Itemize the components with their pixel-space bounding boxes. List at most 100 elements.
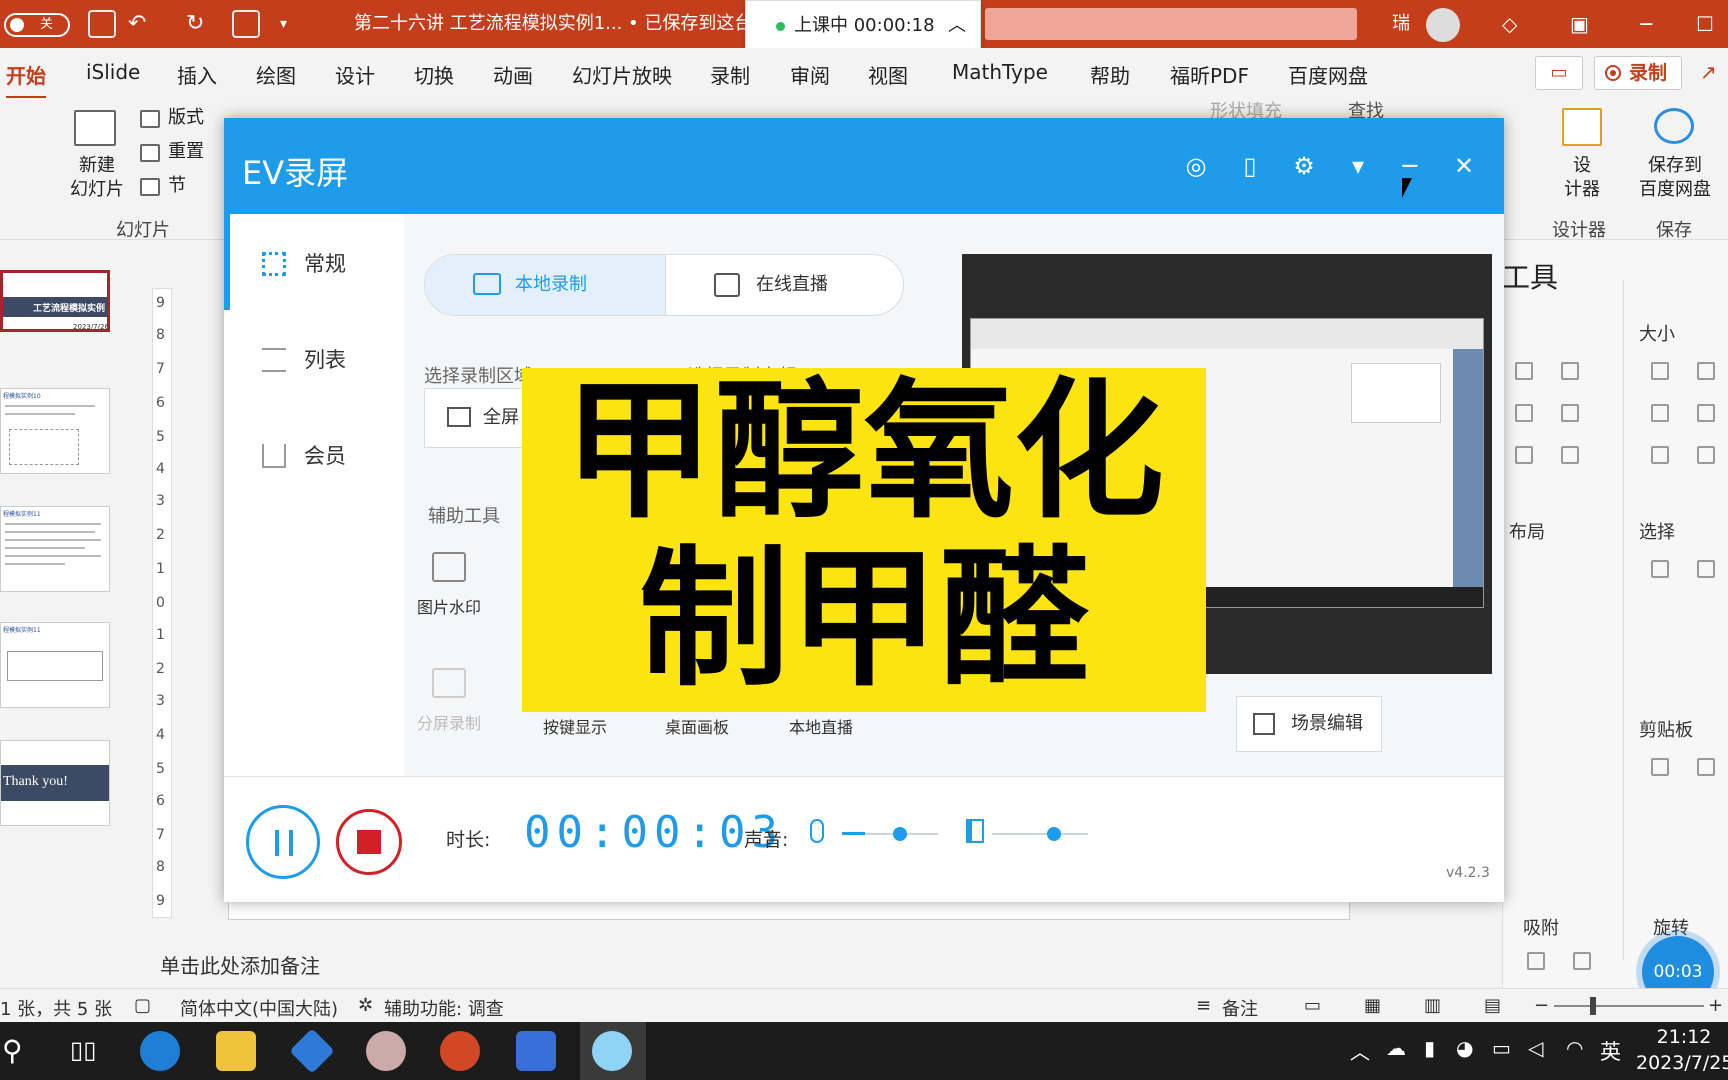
mobile-icon[interactable]: ▯ [1236, 152, 1264, 180]
edge-icon[interactable] [140, 1031, 180, 1071]
tab-help[interactable]: 帮助 [1090, 60, 1130, 89]
search-box[interactable] [985, 8, 1357, 40]
tab-slideshow[interactable]: 幻灯片放映 [572, 60, 672, 89]
zoom-slider-thumb[interactable] [1590, 997, 1596, 1015]
comment-button[interactable]: ▭ [1535, 56, 1583, 90]
window-maximize-icon[interactable]: ☐ [1696, 0, 1714, 48]
wifi-icon[interactable]: ◠ [1566, 1036, 1583, 1060]
customize-qat-icon[interactable]: ▾ [280, 0, 287, 48]
speaker-icon[interactable] [966, 819, 984, 843]
tab-animations[interactable]: 动画 [493, 60, 533, 89]
battery-icon[interactable]: ▭ [1492, 1036, 1511, 1060]
onedrive-icon[interactable]: ☁ [1386, 1036, 1406, 1060]
baidu-cloud-icon[interactable] [1654, 108, 1694, 144]
microphone-icon[interactable] [810, 819, 824, 843]
share-icon[interactable]: ↗ [1700, 60, 1717, 84]
sidebar-item-list[interactable]: 列表 [224, 310, 404, 406]
clock-time[interactable]: 21:12 [1640, 1026, 1728, 1048]
minimize-icon[interactable]: ─ [1396, 152, 1424, 180]
slide-thumb-5[interactable]: Thank you! [0, 740, 110, 826]
reset-button[interactable]: 重置 [168, 140, 204, 164]
new-slide-button[interactable]: 新建 幻灯片 [62, 154, 132, 202]
user-avatar[interactable] [1426, 8, 1460, 42]
settings-gear-icon[interactable]: ⚙ [1290, 152, 1318, 180]
close-icon[interactable]: ✕ [1450, 152, 1478, 180]
width-icon[interactable] [1651, 362, 1669, 380]
tab-transitions[interactable]: 切换 [414, 60, 454, 89]
tab-islide[interactable]: iSlide [86, 60, 140, 84]
user-app-icon[interactable] [366, 1031, 406, 1071]
snap-icon[interactable] [1573, 952, 1591, 970]
tool-split-screen[interactable]: 分屏录制 [394, 668, 504, 734]
zoom-in-icon[interactable]: + [1708, 995, 1723, 1016]
font-app-icon[interactable] [516, 1031, 556, 1071]
premium-icon[interactable]: ◇ [1502, 0, 1517, 48]
tab-record[interactable]: 录制 [710, 60, 750, 89]
volume-icon[interactable]: ◁ [1528, 1036, 1543, 1060]
snap-icon[interactable] [1527, 952, 1545, 970]
speaker-volume-knob[interactable] [1047, 827, 1062, 841]
tab-draw[interactable]: 绘图 [256, 60, 296, 89]
powerpoint-icon[interactable] [440, 1031, 480, 1071]
notes-placeholder[interactable]: 单击此处添加备注 [160, 950, 320, 979]
zoom-out-icon[interactable]: − [1534, 995, 1549, 1016]
account-icon[interactable]: ◎ [1182, 152, 1210, 180]
notes-toggle[interactable]: 备注 [1222, 995, 1258, 1021]
normal-view-icon[interactable]: ▭ [1304, 995, 1321, 1016]
tab-live-stream[interactable]: 在线直播 [665, 255, 903, 315]
accessibility-status[interactable]: 辅助功能: 调查 [384, 995, 504, 1021]
sidebar-item-general[interactable]: 常规 [224, 214, 404, 310]
tab-foxit[interactable]: 福昕PDF [1170, 60, 1249, 89]
select-icon[interactable] [1697, 560, 1715, 578]
distribute-icon[interactable] [1515, 446, 1533, 464]
tray-chevron-icon[interactable]: ︿ [1350, 1036, 1370, 1065]
tab-local-record[interactable]: 本地录制 [425, 255, 665, 315]
autosave-toggle[interactable]: 关 [4, 13, 70, 37]
designer-icon[interactable] [1562, 108, 1602, 146]
task-view-icon[interactable]: ▯▯ [70, 1036, 96, 1064]
slide-thumb-4[interactable]: 程模拟实例11 [0, 622, 110, 708]
speaker-volume-slider[interactable] [992, 833, 1088, 835]
pause-button[interactable] [246, 805, 320, 879]
distribute-icon[interactable] [1561, 446, 1579, 464]
align-icon[interactable] [1515, 362, 1533, 380]
tab-mathtype[interactable]: MathType [952, 60, 1048, 84]
ribbon-display-icon[interactable]: ▣ [1570, 0, 1589, 48]
slide-thumb-3[interactable]: 程模拟实例11 [0, 506, 110, 592]
redo-icon[interactable]: ↻ [186, 0, 204, 48]
height-icon[interactable] [1697, 362, 1715, 380]
chevron-up-icon[interactable]: ︿ [948, 1, 966, 51]
save-icon[interactable] [88, 10, 116, 38]
save-baidu-button[interactable]: 保存到 百度网盘 [1632, 154, 1718, 202]
search-icon[interactable]: ⚲ [2, 1034, 23, 1067]
section-button[interactable]: 节 [168, 174, 186, 198]
microphone-tray-icon[interactable]: ▮ [1424, 1036, 1435, 1060]
tab-review[interactable]: 审阅 [790, 60, 830, 89]
tab-view[interactable]: 视图 [868, 60, 908, 89]
slideshow-view-icon[interactable]: ▤ [1484, 995, 1501, 1016]
language-status[interactable]: 简体中文(中国大陆) [180, 995, 338, 1021]
align-icon[interactable] [1561, 404, 1579, 422]
layout-button[interactable]: 版式 [168, 106, 204, 130]
reading-view-icon[interactable]: ▥ [1424, 995, 1441, 1016]
sidebar-item-member[interactable]: 会员 [224, 406, 404, 502]
sorter-view-icon[interactable]: ▦ [1364, 995, 1381, 1016]
align-icon[interactable] [1561, 362, 1579, 380]
designer-button[interactable]: 设 计器 [1560, 154, 1604, 202]
spellcheck-icon[interactable]: ▢ [134, 995, 151, 1016]
select-icon[interactable] [1651, 560, 1669, 578]
size-icon[interactable] [1651, 446, 1669, 464]
clock-date[interactable]: 2023/7/25 [1636, 1052, 1728, 1074]
slide-thumb-1[interactable]: 工艺流程模拟实例 2023/7/26 [0, 270, 110, 332]
align-icon[interactable] [1515, 404, 1533, 422]
tool-local-live[interactable]: 本地直播 [766, 714, 876, 738]
ime-indicator[interactable]: 英 [1600, 1036, 1621, 1066]
size-icon[interactable] [1697, 446, 1715, 464]
menu-dropdown-icon[interactable]: ▾ [1344, 152, 1372, 180]
zoom-slider[interactable] [1554, 1005, 1704, 1007]
window-minimize-icon[interactable]: ─ [1640, 0, 1652, 48]
size-icon[interactable] [1651, 404, 1669, 422]
qq-icon[interactable]: ◕ [1456, 1036, 1473, 1060]
app-icon[interactable] [289, 1028, 335, 1074]
mic-volume-knob[interactable] [892, 827, 907, 841]
